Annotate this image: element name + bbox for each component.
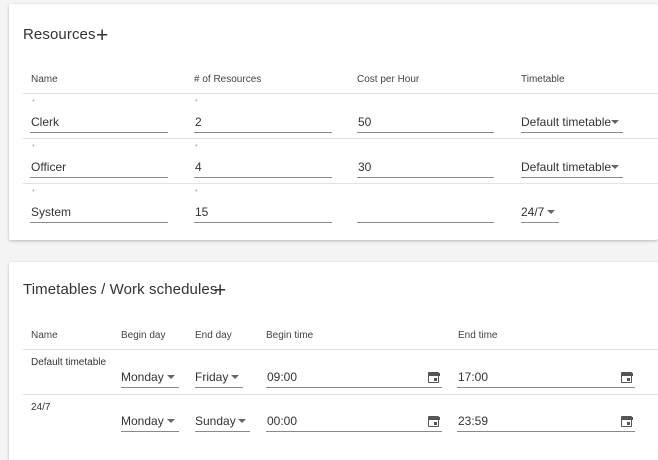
col-header-end-day: End day <box>195 330 232 341</box>
required-mark: * <box>32 99 35 106</box>
required-mark: * <box>195 189 198 196</box>
resource-name-value: Officer <box>31 160 67 174</box>
resource-count-input[interactable]: 4 <box>194 157 332 178</box>
row-divider <box>23 183 658 184</box>
end-day-value: Friday <box>195 370 229 384</box>
resource-timetable-select[interactable]: Default timetable <box>521 157 623 178</box>
chevron-down-icon <box>167 419 175 423</box>
add-timetable-plus-icon[interactable]: + <box>214 280 226 301</box>
end-time-value: 23:59 <box>458 414 489 428</box>
begin-time-value: 09:00 <box>267 370 298 384</box>
resource-cost-input[interactable] <box>357 202 494 223</box>
resource-name-value: Clerk <box>31 115 60 129</box>
end-time-input[interactable]: 17:00 <box>457 367 635 388</box>
end-time-value: 17:00 <box>458 370 489 384</box>
col-header-begin-time: Begin time <box>266 330 314 341</box>
resource-name-value: System <box>31 205 72 219</box>
chevron-down-icon <box>611 120 619 124</box>
resource-name-input[interactable]: Officer <box>30 157 168 178</box>
resource-count-input[interactable]: 2 <box>194 112 332 133</box>
resource-name-input[interactable]: System <box>30 202 168 223</box>
timetable-name: Default timetable <box>31 357 107 368</box>
end-day-select[interactable]: Sunday <box>195 411 250 432</box>
begin-day-select[interactable]: Monday <box>121 367 179 388</box>
row-divider <box>23 394 658 395</box>
resource-cost-input[interactable]: 50 <box>357 112 494 133</box>
resources-card: Resources + Name # of Resources Cost per… <box>9 4 658 240</box>
resource-timetable-select[interactable]: 24/7 <box>521 202 559 223</box>
resource-cost-value: 30 <box>358 160 372 174</box>
timetables-card: Timetables / Work schedules + Name Begin… <box>9 262 658 460</box>
calendar-icon[interactable] <box>427 416 440 427</box>
chevron-down-icon <box>611 165 619 169</box>
col-header-resources: # of Resources <box>194 74 262 85</box>
col-header-begin-day: Begin day <box>121 330 166 341</box>
chevron-down-icon <box>231 375 239 379</box>
begin-time-value: 00:00 <box>267 414 298 428</box>
timetables-title: Timetables / Work schedules <box>23 281 218 298</box>
begin-day-select[interactable]: Monday <box>121 411 179 432</box>
header-divider <box>23 349 658 350</box>
resource-timetable-select[interactable]: Default timetable <box>521 112 623 133</box>
end-day-value: Sunday <box>195 414 236 428</box>
resource-timetable-value: Default timetable <box>521 160 612 174</box>
chevron-down-icon <box>238 419 246 423</box>
col-header-end-time: End time <box>458 330 498 341</box>
col-header-name: Name <box>31 330 58 341</box>
required-mark: * <box>32 189 35 196</box>
col-header-timetable: Timetable <box>521 74 565 85</box>
resource-count-input[interactable]: 15 <box>194 202 332 223</box>
resource-count-value: 2 <box>195 115 202 129</box>
resource-name-input[interactable]: Clerk <box>30 112 168 133</box>
calendar-icon[interactable] <box>620 372 633 383</box>
begin-time-input[interactable]: 00:00 <box>266 411 442 432</box>
calendar-icon[interactable] <box>427 372 440 383</box>
resource-timetable-value: 24/7 <box>521 205 545 219</box>
end-time-input[interactable]: 23:59 <box>457 411 635 432</box>
required-mark: * <box>195 144 198 151</box>
chevron-down-icon <box>167 375 175 379</box>
resource-cost-input[interactable]: 30 <box>357 157 494 178</box>
add-resource-plus-icon[interactable]: + <box>96 25 108 46</box>
col-header-name: Name <box>31 74 58 85</box>
col-header-cost: Cost per Hour <box>357 74 420 85</box>
chevron-down-icon <box>547 210 555 214</box>
begin-day-value: Monday <box>121 414 164 428</box>
header-divider <box>23 93 658 94</box>
resource-count-value: 15 <box>195 205 209 219</box>
row-divider <box>23 138 658 139</box>
resource-timetable-value: Default timetable <box>521 115 612 129</box>
resource-cost-value: 50 <box>358 115 372 129</box>
begin-day-value: Monday <box>121 370 164 384</box>
resource-count-value: 4 <box>195 160 202 174</box>
resources-title: Resources <box>23 26 96 43</box>
calendar-icon[interactable] <box>620 416 633 427</box>
required-mark: * <box>195 99 198 106</box>
required-mark: * <box>32 144 35 151</box>
begin-time-input[interactable]: 09:00 <box>266 367 442 388</box>
end-day-select[interactable]: Friday <box>195 367 243 388</box>
timetable-name: 24/7 <box>31 402 51 413</box>
